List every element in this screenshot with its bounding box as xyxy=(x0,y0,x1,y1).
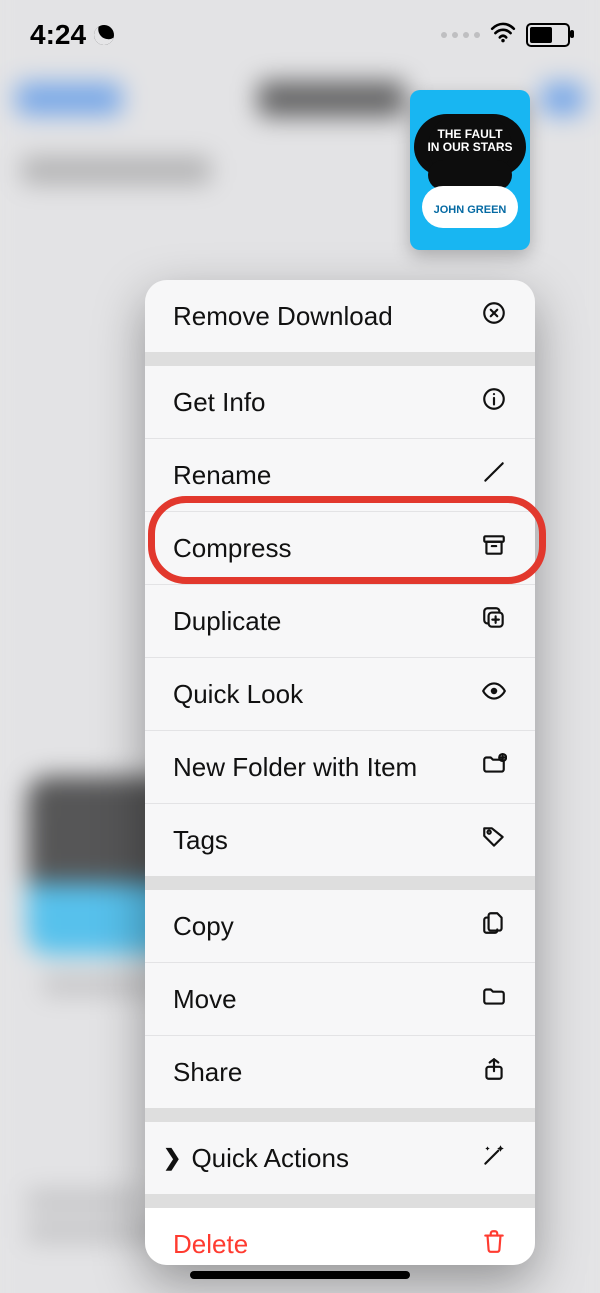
status-bar: 4:24 xyxy=(0,0,600,70)
book-title: THE FAULTIN OUR STARS xyxy=(410,128,530,154)
chevron-right-icon: ❯ xyxy=(163,1145,181,1171)
menu-group: Get Info Rename Compress Duplicate Quick… xyxy=(145,366,535,876)
menu-item-new-folder[interactable]: New Folder with Item xyxy=(145,731,535,804)
wifi-icon xyxy=(490,21,516,50)
folder-icon xyxy=(477,983,507,1016)
menu-group: Remove Download xyxy=(145,280,535,352)
trash-icon xyxy=(477,1228,507,1261)
x-circle-icon xyxy=(477,300,507,333)
menu-item-rename[interactable]: Rename xyxy=(145,439,535,512)
context-menu: Remove Download Get Info Rename Compress xyxy=(145,280,535,1265)
file-preview-thumbnail[interactable]: THE FAULTIN OUR STARS JOHN GREEN xyxy=(410,90,530,250)
menu-item-remove-download[interactable]: Remove Download xyxy=(145,280,535,352)
page-dots-icon xyxy=(441,32,480,38)
focus-moon-icon xyxy=(91,22,117,48)
archivebox-icon xyxy=(477,532,507,565)
pencil-icon xyxy=(477,459,507,492)
share-icon xyxy=(477,1056,507,1089)
menu-item-get-info[interactable]: Get Info xyxy=(145,366,535,439)
status-time: 4:24 xyxy=(30,19,86,51)
battery-icon xyxy=(526,23,570,47)
wand-icon xyxy=(477,1142,507,1175)
menu-item-move[interactable]: Move xyxy=(145,963,535,1036)
menu-item-compress[interactable]: Compress xyxy=(145,512,535,585)
menu-item-copy[interactable]: Copy xyxy=(145,890,535,963)
info-circle-icon xyxy=(477,386,507,419)
menu-group: ❯ Quick Actions xyxy=(145,1122,535,1194)
tag-icon xyxy=(477,824,507,857)
menu-item-quick-actions[interactable]: ❯ Quick Actions xyxy=(145,1122,535,1194)
menu-group: Copy Move Share xyxy=(145,890,535,1108)
book-author: JOHN GREEN xyxy=(410,204,530,216)
eye-icon xyxy=(477,678,507,711)
menu-item-share[interactable]: Share xyxy=(145,1036,535,1108)
doc-on-doc-icon xyxy=(477,910,507,943)
plus-on-square-icon xyxy=(477,605,507,638)
home-indicator[interactable] xyxy=(190,1271,410,1279)
menu-item-quick-look[interactable]: Quick Look xyxy=(145,658,535,731)
menu-item-duplicate[interactable]: Duplicate xyxy=(145,585,535,658)
folder-plus-icon xyxy=(477,751,507,784)
menu-item-delete[interactable]: Delete xyxy=(145,1208,535,1265)
menu-item-tags[interactable]: Tags xyxy=(145,804,535,876)
menu-group: Delete xyxy=(145,1208,535,1265)
